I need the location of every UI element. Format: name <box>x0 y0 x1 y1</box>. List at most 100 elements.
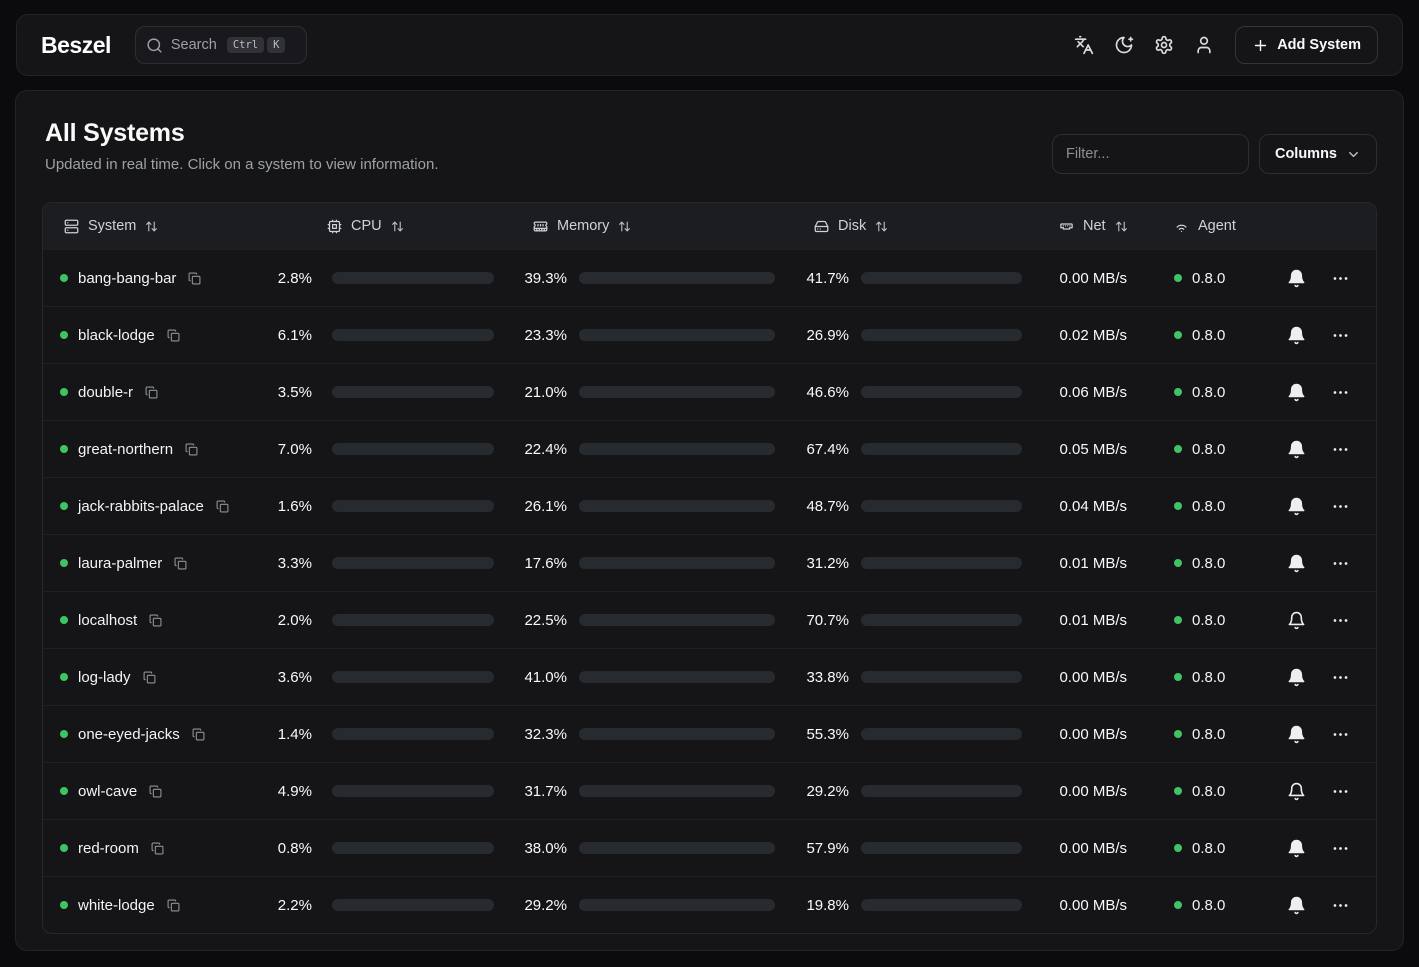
row-menu-button[interactable] <box>1322 488 1358 524</box>
agent-status-dot <box>1174 730 1182 738</box>
copy-icon[interactable] <box>151 842 164 855</box>
add-system-button[interactable]: Add System <box>1235 26 1378 64</box>
column-header-cpu[interactable]: CPU <box>264 218 494 234</box>
moon-star-icon <box>1114 35 1134 55</box>
cpu-cell: 6.1% <box>264 327 494 344</box>
alerts-bell-button[interactable] <box>1278 317 1314 353</box>
cpu-cell: 7.0% <box>264 441 494 458</box>
alerts-bell-button[interactable] <box>1278 374 1314 410</box>
alerts-bell-button[interactable] <box>1278 716 1314 752</box>
copy-icon[interactable] <box>143 671 156 684</box>
row-menu-button[interactable] <box>1322 773 1358 809</box>
table-row[interactable]: log-lady 3.6% 41.0% 33.8% 0.00 MB/s 0.8.… <box>43 648 1376 705</box>
alerts-bell-button[interactable] <box>1278 260 1314 296</box>
copy-icon[interactable] <box>149 614 162 627</box>
table-row[interactable]: laura-palmer 3.3% 17.6% 31.2% 0.01 MB/s … <box>43 534 1376 591</box>
row-menu-button[interactable] <box>1322 431 1358 467</box>
disk-bar <box>861 842 1022 854</box>
status-dot <box>60 331 68 339</box>
alerts-bell-button[interactable] <box>1278 488 1314 524</box>
row-menu-button[interactable] <box>1322 260 1358 296</box>
row-menu-button[interactable] <box>1322 716 1358 752</box>
memory-cell: 39.3% <box>494 270 775 287</box>
hard-drive-icon <box>814 219 829 234</box>
row-menu-button[interactable] <box>1322 659 1358 695</box>
disk-bar <box>861 785 1022 797</box>
alerts-bell-button[interactable] <box>1278 545 1314 581</box>
status-dot <box>60 274 68 282</box>
table-row[interactable]: red-room 0.8% 38.0% 57.9% 0.00 MB/s 0.8.… <box>43 819 1376 876</box>
row-menu-button[interactable] <box>1322 602 1358 638</box>
agent-status-dot <box>1174 901 1182 909</box>
table-row[interactable]: white-lodge 2.2% 29.2% 19.8% 0.00 MB/s 0… <box>43 876 1376 933</box>
disk-value: 29.2% <box>775 783 849 800</box>
table-row[interactable]: bang-bang-bar 2.8% 39.3% 41.7% 0.00 MB/s… <box>43 249 1376 306</box>
alerts-bell-button[interactable] <box>1278 602 1314 638</box>
disk-bar <box>861 899 1022 911</box>
column-header-system[interactable]: System <box>43 218 264 234</box>
row-menu-button[interactable] <box>1322 830 1358 866</box>
bell-icon <box>1287 839 1306 858</box>
agent-status-dot <box>1174 388 1182 396</box>
table-row[interactable]: black-lodge 6.1% 23.3% 26.9% 0.02 MB/s 0… <box>43 306 1376 363</box>
status-dot <box>60 388 68 396</box>
row-menu-button[interactable] <box>1322 317 1358 353</box>
row-menu-button[interactable] <box>1322 887 1358 923</box>
gear-button[interactable] <box>1147 28 1181 62</box>
net-value: 0.00 MB/s <box>1022 897 1127 914</box>
memory-cell: 17.6% <box>494 555 775 572</box>
bell-icon <box>1287 896 1306 915</box>
disk-bar <box>861 500 1022 512</box>
agent-cell: 0.8.0 <box>1127 327 1273 344</box>
cpu-value: 0.8% <box>264 840 312 857</box>
user-button[interactable] <box>1187 28 1221 62</box>
table-row[interactable]: one-eyed-jacks 1.4% 32.3% 55.3% 0.00 MB/… <box>43 705 1376 762</box>
columns-dropdown-button[interactable]: Columns <box>1259 134 1377 174</box>
table-row[interactable]: great-northern 7.0% 22.4% 67.4% 0.05 MB/… <box>43 420 1376 477</box>
alerts-bell-button[interactable] <box>1278 659 1314 695</box>
alerts-bell-button[interactable] <box>1278 431 1314 467</box>
column-header-net[interactable]: Net <box>1022 218 1127 234</box>
column-header-memory[interactable]: Memory <box>494 218 775 234</box>
table-row[interactable]: double-r 3.5% 21.0% 46.6% 0.06 MB/s 0.8.… <box>43 363 1376 420</box>
alerts-bell-button[interactable] <box>1278 773 1314 809</box>
column-label: Disk <box>838 218 866 234</box>
copy-icon[interactable] <box>145 386 158 399</box>
copy-icon[interactable] <box>188 272 201 285</box>
row-menu-button[interactable] <box>1322 374 1358 410</box>
memory-cell: 21.0% <box>494 384 775 401</box>
copy-icon[interactable] <box>216 500 229 513</box>
disk-cell: 48.7% <box>775 498 1022 515</box>
memory-value: 41.0% <box>494 669 567 686</box>
table-row[interactable]: localhost 2.0% 22.5% 70.7% 0.01 MB/s 0.8… <box>43 591 1376 648</box>
copy-icon[interactable] <box>185 443 198 456</box>
column-header-disk[interactable]: Disk <box>775 218 1022 234</box>
agent-version: 0.8.0 <box>1192 669 1225 686</box>
system-cell: localhost <box>43 612 264 629</box>
net-value: 0.04 MB/s <box>1022 498 1127 515</box>
copy-icon[interactable] <box>174 557 187 570</box>
row-menu-button[interactable] <box>1322 545 1358 581</box>
table-row[interactable]: jack-rabbits-palace 1.6% 26.1% 48.7% 0.0… <box>43 477 1376 534</box>
alerts-bell-button[interactable] <box>1278 887 1314 923</box>
languages-button[interactable] <box>1067 28 1101 62</box>
status-dot <box>60 901 68 909</box>
alerts-bell-button[interactable] <box>1278 830 1314 866</box>
copy-icon[interactable] <box>167 899 180 912</box>
copy-icon[interactable] <box>167 329 180 342</box>
bell-icon <box>1287 269 1306 288</box>
copy-icon[interactable] <box>192 728 205 741</box>
disk-cell: 26.9% <box>775 327 1022 344</box>
disk-bar <box>861 386 1022 398</box>
search-input[interactable]: Search Ctrl K <box>135 26 307 64</box>
plus-icon <box>1252 37 1269 54</box>
system-name: log-lady <box>78 669 131 686</box>
table-row[interactable]: owl-cave 4.9% 31.7% 29.2% 0.00 MB/s 0.8.… <box>43 762 1376 819</box>
net-value: 0.00 MB/s <box>1022 669 1127 686</box>
navbar-icon-group <box>1067 28 1221 62</box>
moon-star-button[interactable] <box>1107 28 1141 62</box>
cpu-value: 1.6% <box>264 498 312 515</box>
copy-icon[interactable] <box>149 785 162 798</box>
filter-input[interactable] <box>1052 134 1249 174</box>
system-cell: great-northern <box>43 441 264 458</box>
